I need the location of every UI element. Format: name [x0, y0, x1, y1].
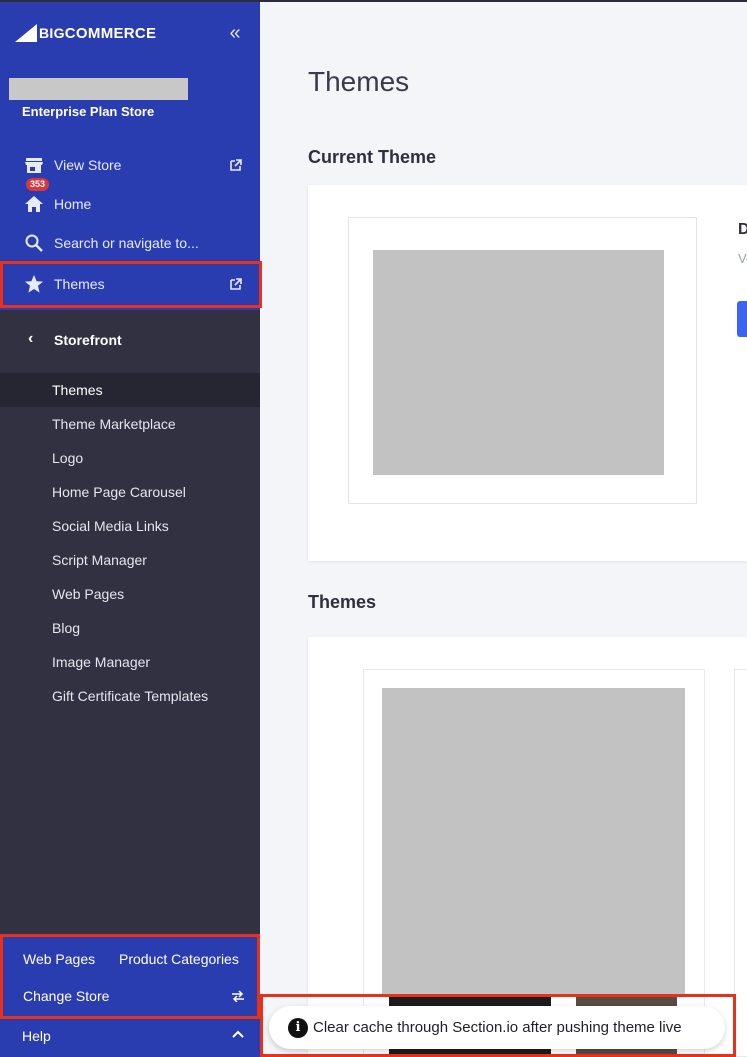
top-border	[0, 0, 747, 2]
shortcut-web-pages[interactable]: Web Pages	[23, 951, 95, 967]
chevron-left-icon: ‹	[28, 330, 34, 347]
themes-highlight-outline	[0, 261, 262, 308]
current-theme-thumbnail	[373, 250, 664, 475]
shortcut-product-categories[interactable]: Product Categories	[119, 951, 239, 967]
storefront-back-button[interactable]: ‹ Storefront	[0, 320, 260, 360]
customize-theme-button[interactable]	[737, 301, 747, 337]
toast-notification: i Clear cache through Section.io after p…	[269, 1006, 725, 1049]
current-theme-name: D	[738, 221, 747, 238]
page-title: Themes	[308, 66, 410, 97]
external-link-icon[interactable]	[229, 158, 243, 172]
storefront-item-blog[interactable]: Blog	[0, 611, 260, 645]
logo-text: BIGCOMMERCE	[39, 24, 157, 42]
sidebar: BIGCOMMERCE « Enterprise Plan Store View…	[0, 0, 262, 1057]
current-theme-heading: Current Theme	[308, 147, 437, 167]
storefront-item-web-pages[interactable]: Web Pages	[0, 577, 260, 611]
storefront-item-theme-marketplace[interactable]: Theme Marketplace	[0, 407, 260, 441]
nav-view-store-label: View Store	[54, 157, 122, 173]
nav-home-label: Home	[54, 196, 92, 212]
change-store-link[interactable]: Change Store	[23, 988, 109, 1004]
help-menu[interactable]: Help	[0, 1019, 260, 1057]
storefront-item-themes[interactable]: Themes	[0, 373, 260, 407]
storefront-item-logo[interactable]: Logo	[0, 441, 260, 475]
store-plan-label: Enterprise Plan Store	[22, 104, 155, 119]
storefront-item-social-media-links[interactable]: Social Media Links	[0, 509, 260, 543]
theme-tile-thumbnail	[382, 688, 685, 996]
collapse-sidebar-icon[interactable]: «	[224, 22, 246, 44]
search-icon	[25, 234, 43, 252]
chevron-up-icon	[232, 1030, 244, 1038]
storefront-item-home-page-carousel[interactable]: Home Page Carousel	[0, 475, 260, 509]
nav-search-label: Search or navigate to...	[54, 235, 199, 251]
store-name-redacted	[9, 78, 188, 100]
storefront-item-gift-certificate-templates[interactable]: Gift Certificate Templates	[0, 679, 260, 713]
storefront-item-image-manager[interactable]: Image Manager	[0, 645, 260, 679]
bigcommerce-logo[interactable]: BIGCOMMERCE	[15, 20, 156, 46]
home-icon	[25, 196, 43, 212]
nav-home[interactable]: 353 Home	[0, 178, 260, 222]
swap-icon[interactable]	[231, 990, 245, 1002]
info-icon: i	[288, 1018, 308, 1038]
notification-badge: 353	[26, 178, 50, 191]
storefront-title: Storefront	[54, 332, 122, 348]
quick-shortcuts: Web Pages Product Categories Change Stor…	[0, 934, 260, 1019]
toast-message: Clear cache through Section.io after pus…	[313, 1019, 682, 1036]
bigcommerce-logo-icon	[15, 24, 37, 42]
help-label: Help	[22, 1028, 51, 1044]
storefront-item-script-manager[interactable]: Script Manager	[0, 543, 260, 577]
current-theme-version: Ve	[738, 251, 747, 266]
themes-heading: Themes	[308, 592, 377, 612]
nav-search[interactable]: Search or navigate to...	[0, 225, 260, 261]
storefront-icon	[25, 158, 43, 173]
